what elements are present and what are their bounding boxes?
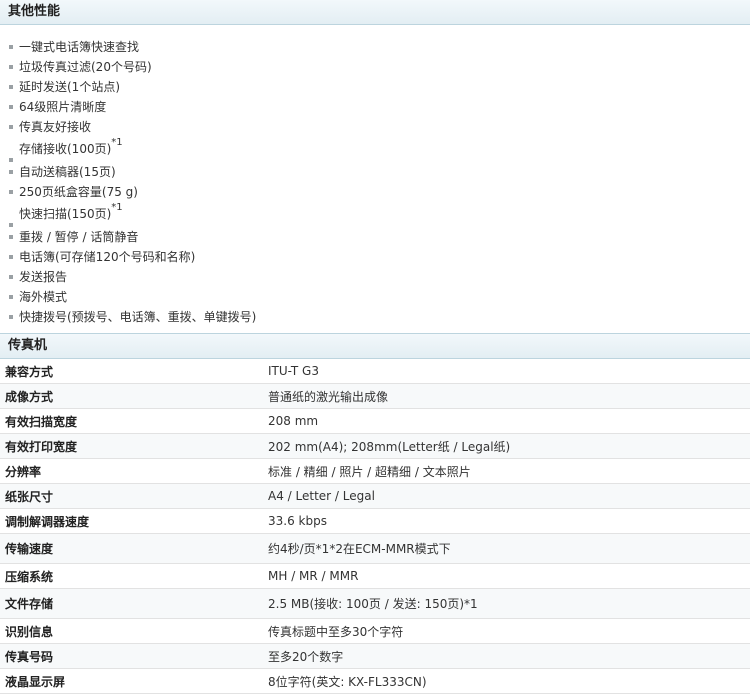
- feature-item: 电话簿(可存储120个号码和名称): [8, 247, 750, 267]
- table-row: 传输速度 约4秒/页*1*2在ECM-MMR模式下: [0, 533, 750, 564]
- spec-value: 普通纸的激光输出成像: [263, 383, 750, 409]
- bullet-icon: [9, 85, 13, 89]
- bullet-icon: [9, 275, 13, 279]
- bullet-icon: [9, 45, 13, 49]
- bullet-icon: [9, 125, 13, 129]
- feature-item: 自动送稿器(15页): [8, 162, 750, 182]
- feature-list: 一键式电话簿快速查找 垃圾传真过滤(20个号码) 延时发送(1个站点) 64级照…: [0, 25, 750, 333]
- table-row: 分辨率 标准 / 精细 / 照片 / 超精细 / 文本照片: [0, 458, 750, 484]
- bullet-icon: [9, 235, 13, 239]
- spec-key: 调制解调器速度: [0, 508, 263, 534]
- footnote-mark: *1: [111, 202, 123, 213]
- spec-value: 202 mm(A4); 208mm(Letter纸 / Legal纸): [263, 433, 750, 459]
- table-row: 文件存储 2.5 MB(接收: 100页 / 发送: 150页)*1: [0, 588, 750, 619]
- feature-item: 垃圾传真过滤(20个号码): [8, 57, 750, 77]
- spec-key: 兼容方式: [0, 359, 263, 384]
- table-row: 传真号码 至多20个数字: [0, 643, 750, 669]
- spec-value: 208 mm: [263, 408, 750, 434]
- table-row: 液晶显示屏 8位字符(英文: KX-FL333CN): [0, 668, 750, 694]
- spec-key: 识别信息: [0, 618, 263, 644]
- table-row: 成像方式 普通纸的激光输出成像: [0, 383, 750, 409]
- feature-item: 快捷拨号(预拨号、电话簿、重拨、单键拨号): [8, 307, 750, 327]
- spec-key: 有效扫描宽度: [0, 408, 263, 434]
- footnote-mark: *1: [111, 137, 123, 148]
- spec-value: 标准 / 精细 / 照片 / 超精细 / 文本照片: [263, 458, 750, 484]
- spec-key: 压缩系统: [0, 563, 263, 589]
- other-features-section: 其他性能 一键式电话簿快速查找 垃圾传真过滤(20个号码) 延时发送(1个站点)…: [0, 0, 750, 333]
- table-row: 兼容方式 ITU-T G3: [0, 359, 750, 384]
- feature-item: 发送报告: [8, 267, 750, 287]
- spec-key: 文件存储: [0, 588, 263, 619]
- table-row: 调制解调器速度 33.6 kbps: [0, 508, 750, 534]
- table-row: 有效扫描宽度 208 mm: [0, 408, 750, 434]
- fax-heading: 传真机: [0, 333, 750, 359]
- spec-value: 约4秒/页*1*2在ECM-MMR模式下: [263, 533, 750, 564]
- spec-key: 分辨率: [0, 458, 263, 484]
- spec-key: 纸张尺寸: [0, 483, 263, 509]
- feature-item: 快速扫描(150页) *1: [8, 202, 750, 227]
- feature-item: 存储接收(100页) *1: [8, 137, 750, 162]
- spec-value: 33.6 kbps: [263, 508, 750, 534]
- spec-key: 液晶显示屏: [0, 668, 263, 694]
- feature-item: 64级照片清晰度: [8, 97, 750, 117]
- fax-section: 传真机 兼容方式 ITU-T G3 成像方式 普通纸的激光输出成像 有效扫描宽度 20…: [0, 333, 750, 694]
- bullet-icon: [9, 223, 13, 227]
- spec-value: 8位字符(英文: KX-FL333CN): [263, 668, 750, 694]
- spec-value: MH / MR / MMR: [263, 563, 750, 589]
- table-row: 识别信息 传真标题中至多30个字符: [0, 618, 750, 644]
- bullet-icon: [9, 315, 13, 319]
- spec-value: 2.5 MB(接收: 100页 / 发送: 150页)*1: [263, 588, 750, 619]
- other-features-heading: 其他性能: [0, 0, 750, 25]
- bullet-icon: [9, 255, 13, 259]
- spec-value: 传真标题中至多30个字符: [263, 618, 750, 644]
- bullet-icon: [9, 105, 13, 109]
- fax-spec-table: 兼容方式 ITU-T G3 成像方式 普通纸的激光输出成像 有效扫描宽度 208 mm…: [0, 359, 750, 694]
- feature-item: 重拨 / 暂停 / 话筒静音: [8, 227, 750, 247]
- feature-item: 延时发送(1个站点): [8, 77, 750, 97]
- spec-key: 有效打印宽度: [0, 433, 263, 459]
- bullet-icon: [9, 158, 13, 162]
- table-row: 纸张尺寸 A4 / Letter / Legal: [0, 483, 750, 509]
- spec-key: 传真号码: [0, 643, 263, 669]
- feature-item: 一键式电话簿快速查找: [8, 37, 750, 57]
- spec-value: 至多20个数字: [263, 643, 750, 669]
- spec-key: 传输速度: [0, 533, 263, 564]
- bullet-icon: [9, 190, 13, 194]
- bullet-icon: [9, 65, 13, 69]
- spec-value: A4 / Letter / Legal: [263, 483, 750, 509]
- feature-item: 海外模式: [8, 287, 750, 307]
- table-row: 有效打印宽度 202 mm(A4); 208mm(Letter纸 / Legal纸…: [0, 433, 750, 459]
- bullet-icon: [9, 170, 13, 174]
- spec-value: ITU-T G3: [263, 359, 750, 384]
- spec-key: 成像方式: [0, 383, 263, 409]
- bullet-icon: [9, 295, 13, 299]
- table-row: 压缩系统 MH / MR / MMR: [0, 563, 750, 589]
